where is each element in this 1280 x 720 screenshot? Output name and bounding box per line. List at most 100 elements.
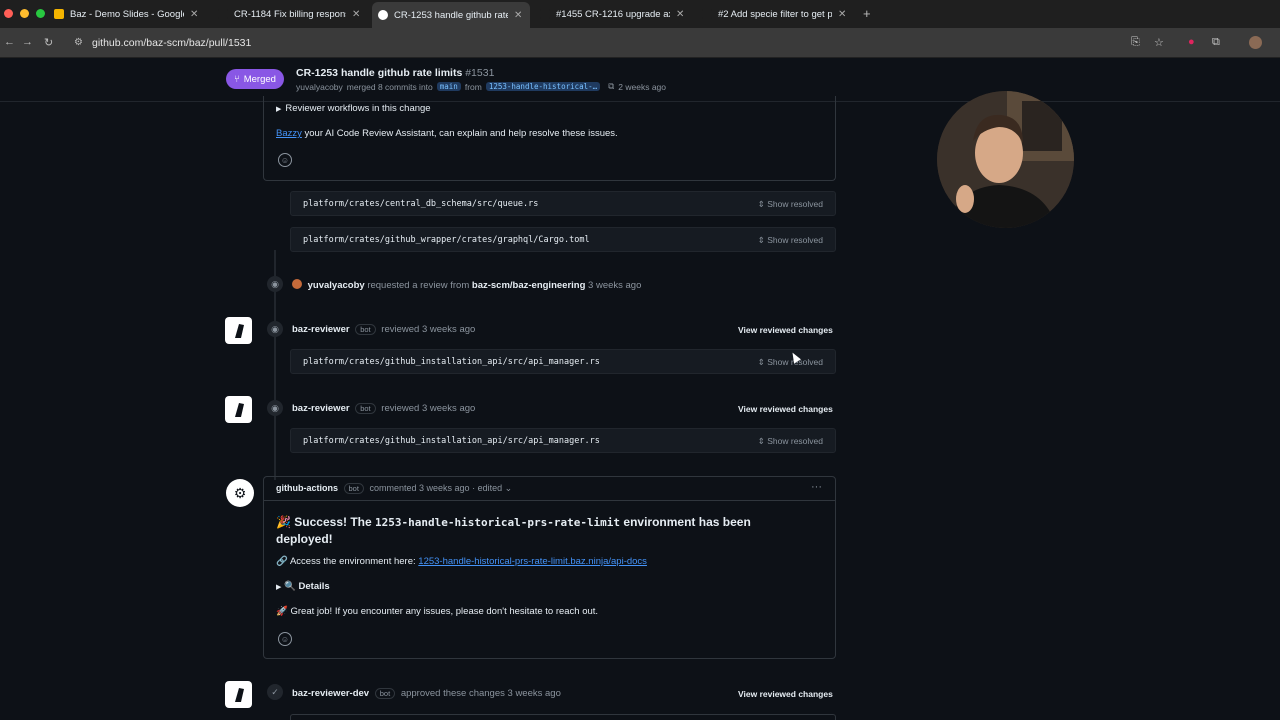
- profile-avatar[interactable]: [1249, 36, 1262, 49]
- review-event: baz-reviewer bot reviewed 3 weeks ago: [292, 403, 476, 414]
- environment-link[interactable]: 1253-handle-historical-prs-rate-limit.ba…: [418, 556, 647, 567]
- bot-badge: bot: [374, 688, 396, 699]
- review-summary-box: ▶ Reviewer workflows in this change Bazzy…: [263, 96, 836, 181]
- baz-reviewer-avatar[interactable]: [225, 317, 252, 344]
- pr-title: CR-1253 handle github rate limits #1531: [296, 67, 495, 79]
- comment-box: github-actions bot commented 3 weeks ago…: [263, 476, 836, 659]
- team-link[interactable]: baz-scm/baz-engineering: [472, 280, 586, 291]
- review-request-event: yuvalyacoby requested a review from baz-…: [292, 279, 641, 291]
- link-icon: 🔗: [276, 556, 288, 567]
- avatar[interactable]: [292, 279, 302, 289]
- back-icon[interactable]: ←: [4, 36, 15, 48]
- unfold-icon: ⇕: [757, 235, 765, 245]
- close-tab-icon[interactable]: ✕: [352, 9, 362, 20]
- maximize-window-button[interactable]: [36, 9, 45, 18]
- close-window-button[interactable]: [4, 9, 13, 18]
- resolved-file-row[interactable]: platform/crates/central_db_schema/src/qu…: [290, 191, 836, 216]
- baz-logo-icon: [234, 323, 244, 338]
- bazzy-link[interactable]: Bazzy: [276, 128, 302, 139]
- add-reaction-icon[interactable]: ☺: [278, 632, 292, 646]
- merged-badge: ⑂ Merged: [226, 69, 284, 89]
- user-link[interactable]: baz-reviewer: [292, 403, 350, 414]
- eye-icon: ◉: [267, 276, 283, 292]
- eye-icon: ◉: [267, 321, 283, 337]
- view-reviewed-changes-button[interactable]: View reviewed changes: [738, 689, 833, 699]
- caret-right-icon: ▶: [276, 106, 282, 113]
- resolved-file-row[interactable]: platform/crates/github_wrapper/crates/gr…: [290, 227, 836, 252]
- baz-logo-icon: [234, 402, 244, 417]
- reload-icon[interactable]: ↻: [44, 36, 53, 49]
- slides-icon: [54, 9, 64, 19]
- extensions-icon[interactable]: ⧉: [1212, 36, 1220, 49]
- close-tab-icon[interactable]: ✕: [838, 9, 848, 20]
- next-box-edge: [290, 714, 836, 720]
- unfold-icon: ⇕: [757, 199, 765, 209]
- author-link[interactable]: yuvalyacoby: [296, 82, 343, 92]
- browser-tab-bar: Baz - Demo Slides - Google S ✕ CR-1184 F…: [0, 0, 1280, 28]
- page-icon: [540, 9, 550, 19]
- url-field[interactable]: github.com/baz-scm/baz/pull/1531: [92, 37, 251, 49]
- github-actions-avatar[interactable]: ⚙: [226, 479, 254, 507]
- edited-dropdown[interactable]: · edited: [472, 483, 502, 493]
- extension-record-icon[interactable]: ●: [1188, 36, 1195, 48]
- merge-icon: ⑂: [234, 73, 240, 85]
- window-controls: [4, 9, 45, 18]
- page-icon: [218, 9, 228, 19]
- user-link[interactable]: yuvalyacoby: [308, 280, 365, 291]
- baz-reviewer-avatar[interactable]: [225, 396, 252, 423]
- browser-tab-active[interactable]: CR-1253 handle github rate li ✕: [372, 2, 530, 28]
- bot-badge: bot: [343, 483, 364, 494]
- user-link[interactable]: github-actions: [276, 483, 338, 493]
- browser-tab[interactable]: #2 Add specie filter to get pe ✕: [696, 4, 854, 24]
- close-tab-icon[interactable]: ✕: [190, 9, 200, 20]
- review-event: baz-reviewer bot reviewed 3 weeks ago: [292, 324, 476, 335]
- base-branch[interactable]: main: [436, 82, 461, 91]
- kebab-menu-icon[interactable]: ···: [811, 481, 822, 493]
- add-reaction-icon[interactable]: ☺: [278, 153, 292, 167]
- resolved-file-row[interactable]: platform/crates/github_installation_api/…: [290, 428, 836, 453]
- bot-badge: bot: [355, 324, 376, 335]
- install-icon[interactable]: ⎘: [1131, 36, 1140, 49]
- show-resolved-button[interactable]: ⇕ Show resolved: [758, 199, 823, 210]
- webcam-overlay: [937, 91, 1074, 228]
- copy-icon[interactable]: ⧉: [608, 81, 614, 92]
- site-settings-icon[interactable]: ⚙: [74, 37, 83, 48]
- browser-tab[interactable]: CR-1184 Fix billing response ✕: [212, 4, 368, 24]
- view-reviewed-changes-button[interactable]: View reviewed changes: [738, 325, 833, 335]
- view-reviewed-changes-button[interactable]: View reviewed changes: [738, 404, 833, 414]
- unfold-icon: ⇕: [757, 436, 765, 446]
- magnifier-icon: 🔍: [284, 581, 296, 592]
- user-link[interactable]: baz-reviewer: [292, 324, 350, 335]
- baz-reviewer-dev-avatar[interactable]: [225, 681, 252, 708]
- show-resolved-button[interactable]: ⇕ Show resolved: [758, 436, 823, 447]
- caret-right-icon: ▶: [276, 584, 282, 591]
- close-tab-icon[interactable]: ✕: [514, 10, 524, 21]
- forward-icon[interactable]: →: [22, 36, 33, 48]
- assistant-line: Bazzy your AI Code Review Assistant, can…: [276, 128, 618, 139]
- workflows-disclosure[interactable]: ▶ Reviewer workflows in this change: [276, 103, 431, 114]
- bookmark-star-icon[interactable]: ☆: [1154, 36, 1164, 49]
- eye-icon: ◉: [267, 400, 283, 416]
- chevron-down-icon: ⌄: [502, 483, 513, 493]
- access-line: 🔗 Access the environment here: 1253-hand…: [276, 556, 647, 567]
- browser-tab[interactable]: #1455 CR-1216 upgrade axum ✕: [534, 4, 692, 24]
- details-disclosure[interactable]: ▶ 🔍 Details: [276, 581, 330, 592]
- party-popper-icon: 🎉: [276, 515, 291, 529]
- check-icon: ✓: [267, 684, 283, 700]
- close-tab-icon[interactable]: ✕: [676, 9, 686, 20]
- comment-meta: github-actions bot commented 3 weeks ago…: [276, 483, 513, 494]
- show-resolved-button[interactable]: ⇕ Show resolved: [758, 235, 823, 246]
- unfold-icon: ⇕: [757, 357, 765, 367]
- minimize-window-button[interactable]: [20, 9, 29, 18]
- github-actions-icon: ⚙: [233, 484, 247, 501]
- baz-logo-icon: [234, 687, 244, 702]
- closing-line: 🚀 Great job! If you encounter any issues…: [276, 606, 599, 617]
- github-icon: [378, 10, 388, 20]
- user-link[interactable]: baz-reviewer-dev: [292, 688, 369, 699]
- head-branch[interactable]: 1253-handle-historical-…: [485, 82, 601, 91]
- page-icon: [702, 9, 712, 19]
- comment-headline: 🎉 Success! The 1253-handle-historical-pr…: [276, 515, 751, 546]
- new-tab-button[interactable]: +: [863, 6, 871, 21]
- browser-tab[interactable]: Baz - Demo Slides - Google S ✕: [48, 4, 206, 24]
- resolved-file-row[interactable]: platform/crates/github_installation_api/…: [290, 349, 836, 374]
